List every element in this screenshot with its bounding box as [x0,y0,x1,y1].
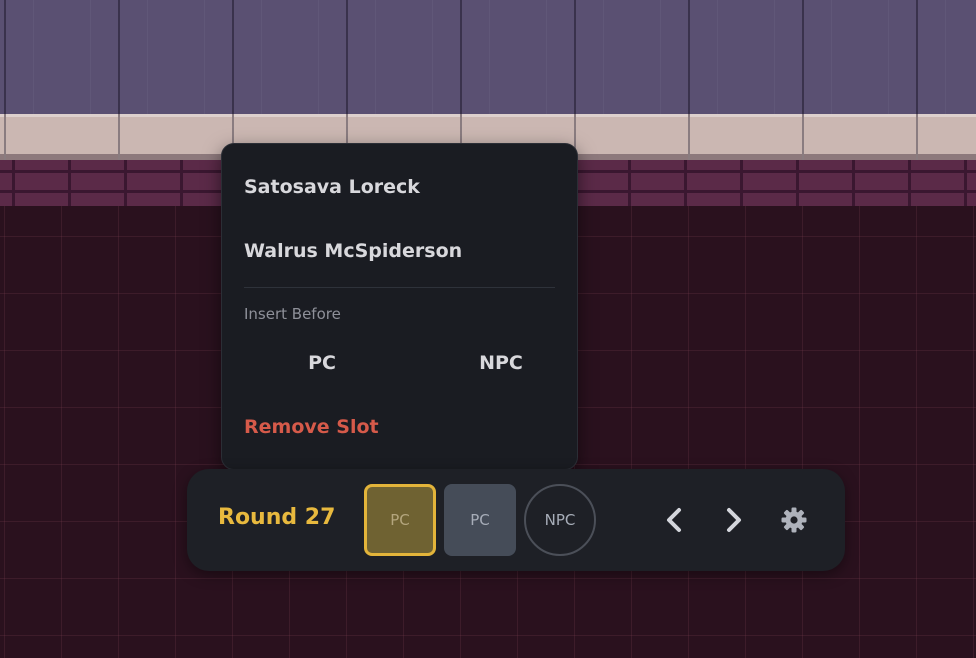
initiative-slot-pc-active[interactable]: PC [364,484,436,556]
remove-slot-button[interactable]: Remove Slot [244,416,379,438]
slot-context-menu: Satosava Loreck Walrus McSpiderson Inser… [221,143,578,470]
gear-icon [781,507,807,533]
slot-label: PC [390,511,410,529]
map-wall-area [0,0,976,114]
previous-turn-button[interactable] [653,499,695,541]
insert-before-label: Insert Before [244,305,341,323]
initiative-slot-pc[interactable]: PC [444,484,516,556]
next-turn-button[interactable] [713,499,755,541]
initiative-tracker-bar: Round 27 PC PC NPC [187,469,845,571]
menu-item-character-1[interactable]: Satosava Loreck [244,176,420,198]
slot-label: PC [470,511,490,529]
insert-pc-button[interactable]: PC [272,352,372,374]
menu-divider [244,287,555,288]
stage: Satosava Loreck Walrus McSpiderson Inser… [0,0,976,658]
chevron-right-icon [727,508,741,532]
chevron-left-icon [667,508,681,532]
initiative-slot-npc[interactable]: NPC [524,484,596,556]
round-label: Round 27 [218,505,336,530]
menu-item-character-2[interactable]: Walrus McSpiderson [244,240,462,262]
settings-button[interactable] [773,499,815,541]
slot-label: NPC [544,511,576,529]
insert-npc-button[interactable]: NPC [451,352,551,374]
